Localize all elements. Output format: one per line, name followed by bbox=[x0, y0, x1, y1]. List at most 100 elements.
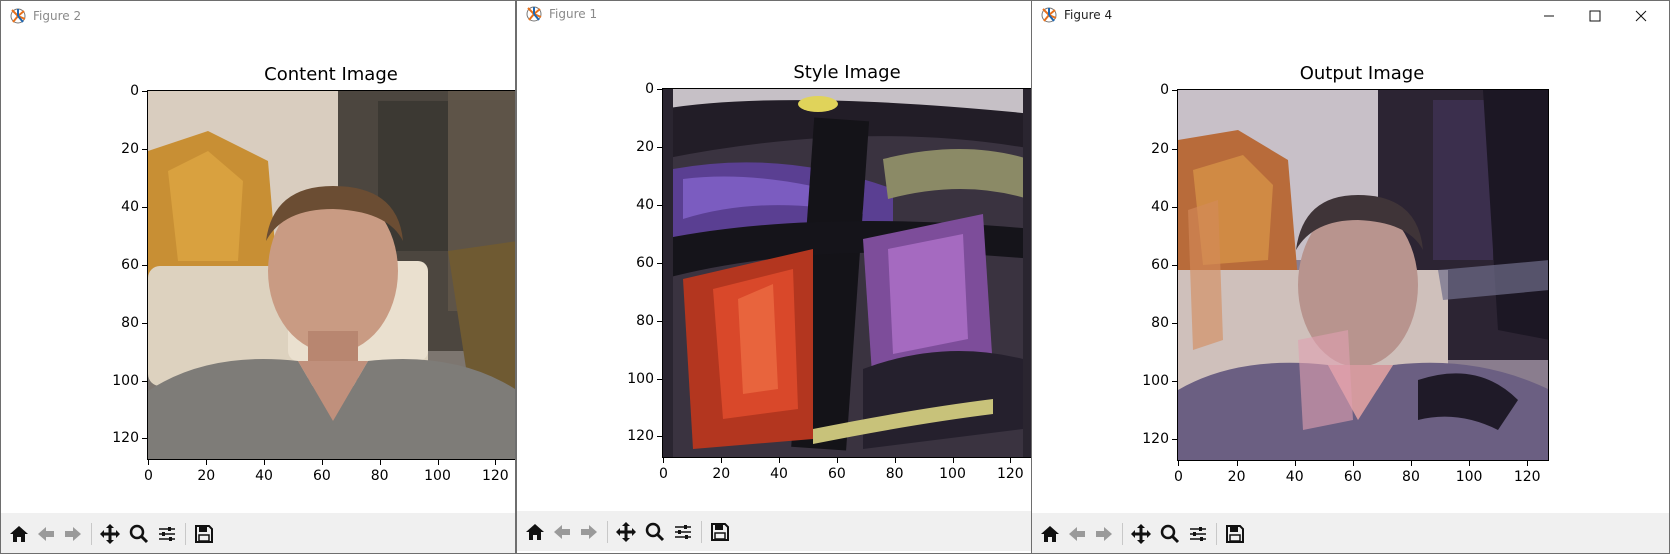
x-tick-label: 100 bbox=[1455, 469, 1483, 485]
home-icon bbox=[1041, 526, 1059, 542]
zoom-icon bbox=[129, 524, 149, 544]
back-button[interactable] bbox=[35, 523, 57, 545]
x-tick-mark bbox=[779, 458, 781, 463]
back-arrow-icon bbox=[38, 527, 54, 541]
x-tick-mark bbox=[437, 460, 439, 465]
y-tick-mark bbox=[142, 207, 147, 209]
home-icon bbox=[526, 524, 544, 540]
toolbar-separator bbox=[185, 523, 186, 545]
x-tick-label: 0 bbox=[1173, 469, 1183, 485]
pan-button[interactable] bbox=[1130, 523, 1152, 545]
y-tick-mark bbox=[1172, 148, 1177, 150]
y-tick-label: 0 bbox=[130, 83, 139, 100]
x-tick-mark bbox=[1410, 461, 1412, 466]
axes-title: Output Image bbox=[1299, 63, 1425, 84]
x-tick-label: 120 bbox=[996, 466, 1024, 482]
y-tick-mark bbox=[657, 320, 662, 322]
home-icon bbox=[10, 526, 28, 542]
save-button[interactable] bbox=[709, 521, 731, 543]
forward-arrow-icon bbox=[1096, 527, 1112, 541]
close-button[interactable] bbox=[1618, 1, 1664, 31]
content-image bbox=[147, 90, 515, 460]
y-tick-label: 80 bbox=[1151, 314, 1169, 331]
x-tick-mark bbox=[495, 460, 497, 465]
home-button[interactable] bbox=[524, 521, 546, 543]
home-button[interactable] bbox=[8, 523, 30, 545]
zoom-button[interactable] bbox=[128, 523, 150, 545]
x-tick-mark bbox=[321, 460, 323, 465]
y-tick-mark bbox=[657, 436, 662, 438]
y-tick-label: 40 bbox=[636, 197, 654, 214]
pan-button[interactable] bbox=[615, 521, 637, 543]
y-tick-label: 20 bbox=[1151, 140, 1169, 157]
axes-title: Content Image bbox=[264, 64, 398, 85]
y-tick-label: 120 bbox=[627, 428, 654, 445]
pan-icon bbox=[616, 522, 636, 542]
output-image-stylized bbox=[1178, 90, 1548, 460]
save-icon bbox=[1226, 525, 1244, 543]
zoom-button[interactable] bbox=[1159, 523, 1181, 545]
x-tick-mark bbox=[148, 460, 150, 465]
x-tick-mark bbox=[894, 458, 896, 463]
pan-button[interactable] bbox=[99, 523, 121, 545]
x-tick-label: 80 bbox=[370, 468, 389, 484]
minimize-icon bbox=[1544, 15, 1554, 17]
minimize-button[interactable] bbox=[1526, 1, 1572, 31]
figure-2-titlebar[interactable]: Figure 2 bbox=[1, 1, 515, 31]
x-tick-label: 80 bbox=[1402, 469, 1420, 485]
save-button[interactable] bbox=[193, 523, 215, 545]
configure-subplots-button[interactable] bbox=[156, 523, 178, 545]
y-tick-label: 80 bbox=[636, 312, 654, 329]
x-tick-label: 100 bbox=[939, 466, 966, 482]
toolbar-separator bbox=[1216, 523, 1217, 545]
forward-button[interactable] bbox=[1093, 523, 1115, 545]
forward-button[interactable] bbox=[578, 521, 600, 543]
figure-1-titlebar[interactable]: Figure 1 bbox=[517, 1, 1031, 31]
style-image bbox=[662, 88, 1031, 458]
back-arrow-icon bbox=[554, 525, 570, 539]
pan-icon bbox=[1131, 524, 1151, 544]
x-tick-label: 100 bbox=[424, 468, 451, 484]
y-tick-mark bbox=[1172, 322, 1177, 324]
y-tick-label: 100 bbox=[112, 372, 139, 389]
y-tick-label: 120 bbox=[1142, 431, 1169, 448]
home-button[interactable] bbox=[1039, 523, 1061, 545]
y-tick-mark bbox=[142, 438, 147, 440]
figure-4-window[interactable]: Figure 4 Output Image 0 20 40 60 80 100 … bbox=[1031, 0, 1670, 554]
configure-subplots-button[interactable] bbox=[672, 521, 694, 543]
x-tick-mark bbox=[1469, 461, 1471, 466]
x-tick-mark bbox=[379, 460, 381, 465]
y-tick-label: 100 bbox=[627, 370, 654, 387]
configure-subplots-button[interactable] bbox=[1187, 523, 1209, 545]
window-title: Figure 1 bbox=[549, 7, 598, 21]
back-button[interactable] bbox=[1066, 523, 1088, 545]
maximize-icon bbox=[1589, 10, 1601, 22]
axes-title: Style Image bbox=[793, 62, 901, 83]
y-tick-mark bbox=[657, 378, 662, 380]
x-tick-mark bbox=[663, 458, 665, 463]
navigation-toolbar bbox=[1032, 513, 1669, 553]
forward-button[interactable] bbox=[62, 523, 84, 545]
x-tick-label: 80 bbox=[885, 466, 904, 482]
y-tick-mark bbox=[1172, 264, 1177, 266]
x-tick-mark bbox=[1178, 461, 1180, 466]
x-tick-mark bbox=[836, 458, 838, 463]
y-tick-label: 20 bbox=[636, 139, 654, 156]
x-tick-label: 60 bbox=[1343, 469, 1362, 485]
x-tick-mark bbox=[1236, 461, 1238, 466]
matplotlib-logo-icon bbox=[526, 6, 542, 22]
x-tick-mark bbox=[1010, 458, 1012, 463]
y-tick-mark bbox=[1172, 381, 1177, 383]
maximize-button[interactable] bbox=[1572, 1, 1618, 31]
y-tick-mark bbox=[1172, 206, 1177, 208]
save-button[interactable] bbox=[1224, 523, 1246, 545]
figure-4-titlebar[interactable]: Figure 4 bbox=[1032, 1, 1669, 31]
back-button[interactable] bbox=[551, 521, 573, 543]
x-tick-mark bbox=[1352, 461, 1354, 466]
x-tick-mark bbox=[1527, 461, 1529, 466]
figure-2-window[interactable]: Figure 2 Content Image 0 20 40 60 80 100… bbox=[0, 0, 516, 554]
figure-1-window[interactable]: Figure 1 Style Image 0 20 40 60 80 100 1… bbox=[516, 0, 1032, 554]
output-image bbox=[1177, 89, 1549, 461]
y-tick-label: 100 bbox=[1142, 373, 1169, 390]
zoom-button[interactable] bbox=[644, 521, 666, 543]
